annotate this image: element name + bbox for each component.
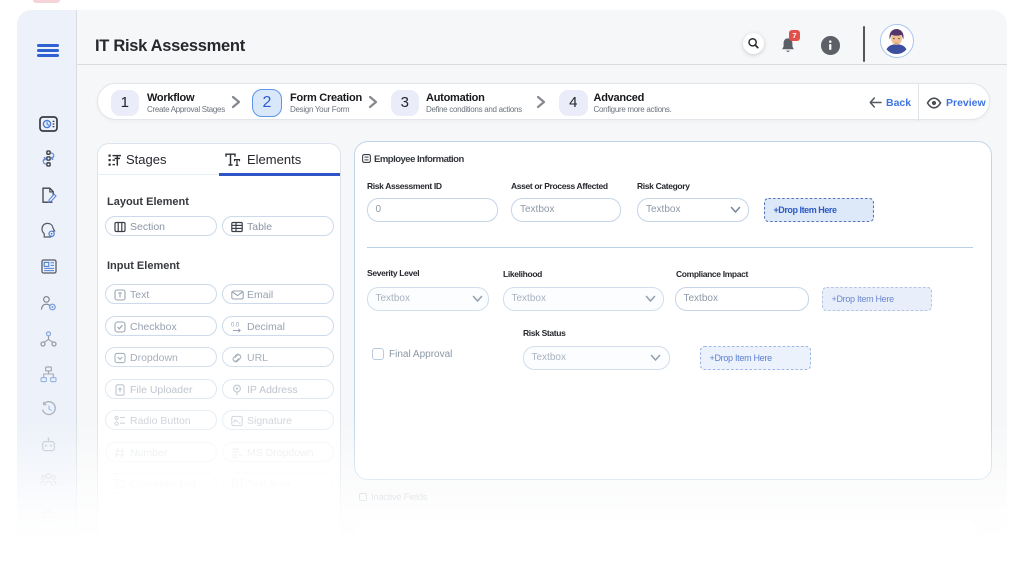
svg-text:0.0: 0.0 [231,322,240,328]
